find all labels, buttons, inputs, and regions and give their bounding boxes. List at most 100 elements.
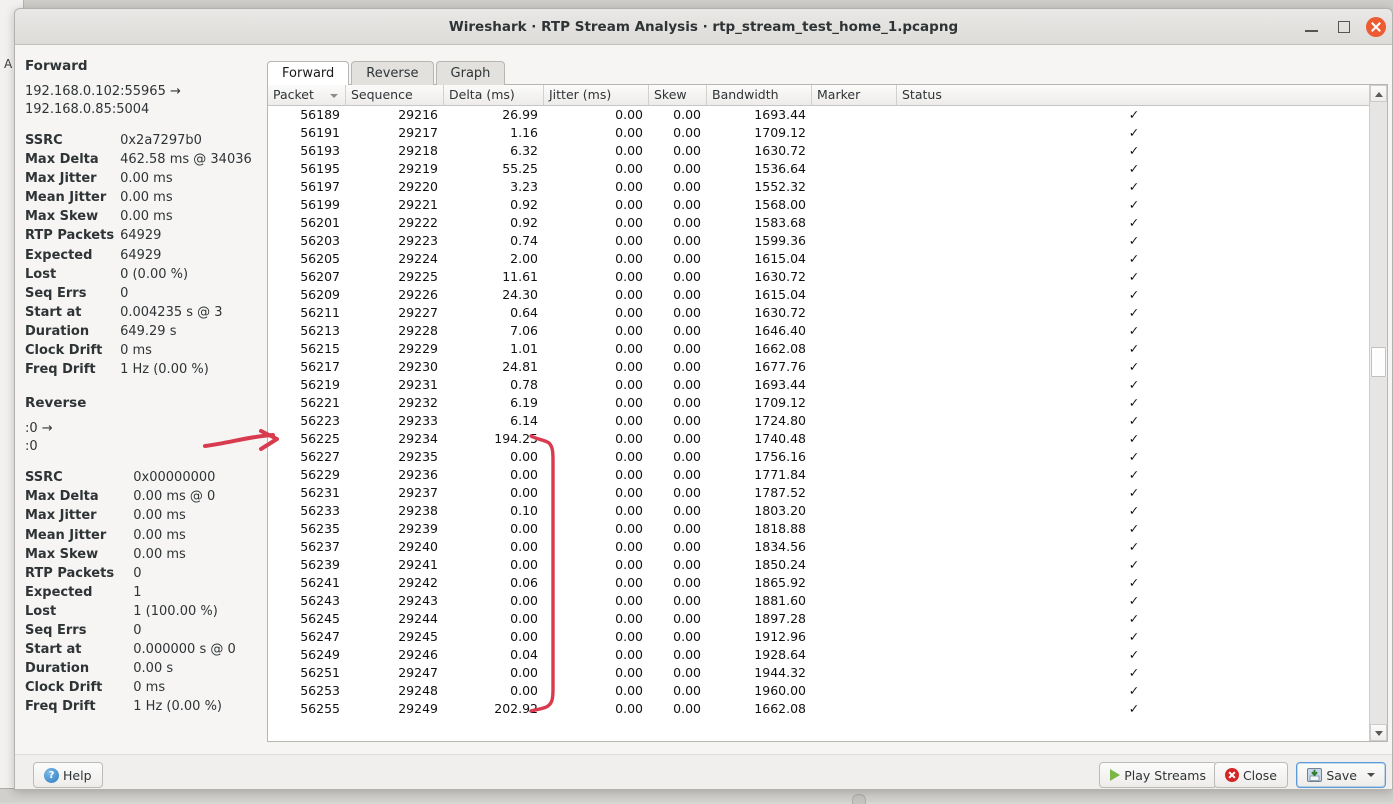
- table-row[interactable]: 56245292440.000.000.001897.28✓: [268, 610, 1371, 628]
- packet-table-body[interactable]: 561892921626.990.000.001693.44✓561912921…: [268, 106, 1371, 721]
- reverse-stat-value: 0 ms: [133, 678, 250, 697]
- cell-delta: 0.00: [444, 682, 544, 700]
- minimize-button[interactable]: [1302, 17, 1322, 37]
- cell-bandwidth: 1677.76: [707, 718, 812, 721]
- table-row[interactable]: 56241292420.060.000.001865.92✓: [268, 574, 1371, 592]
- table-row[interactable]: 56235292390.000.000.001818.88✓: [268, 520, 1371, 538]
- cell-bandwidth: 1756.16: [707, 448, 812, 466]
- table-row[interactable]: 56221292326.190.000.001709.12✓: [268, 394, 1371, 412]
- cell-delta: 1.16: [444, 124, 544, 142]
- cell-bandwidth: 1960.00: [707, 682, 812, 700]
- column-header-skew[interactable]: Skew: [649, 85, 707, 105]
- table-row[interactable]: 56231292370.000.000.001787.52✓: [268, 484, 1371, 502]
- table-row[interactable]: 561892921626.990.000.001693.44✓: [268, 106, 1371, 124]
- table-row[interactable]: 56193292186.320.000.001630.72✓: [268, 142, 1371, 160]
- table-row[interactable]: 56205292242.000.000.001615.04✓: [268, 250, 1371, 268]
- help-button[interactable]: ? Help: [33, 762, 103, 788]
- column-header-status[interactable]: Status: [897, 85, 1371, 105]
- dialog-button-bar: ? Help Play Streams Close: [15, 754, 1393, 790]
- save-button[interactable]: Save: [1296, 762, 1386, 788]
- play-streams-button[interactable]: Play Streams: [1099, 762, 1217, 788]
- table-row[interactable]: 56191292171.160.000.001709.12✓: [268, 124, 1371, 142]
- cell-status: ✓: [897, 448, 1371, 466]
- cell-status: ✓: [897, 250, 1371, 268]
- tab-reverse[interactable]: Reverse: [351, 61, 433, 85]
- column-header-jitter-ms[interactable]: Jitter (ms): [544, 85, 649, 105]
- cell-delta: 26.99: [444, 106, 544, 124]
- reverse-stat-value: 0.00 s: [133, 659, 250, 678]
- reverse-stat-value: 0: [133, 621, 250, 640]
- table-row[interactable]: 562072922511.610.000.001630.72✓: [268, 268, 1371, 286]
- table-row[interactable]: 5625529249202.920.000.001662.08✓: [268, 700, 1371, 718]
- table-row[interactable]: 562172923024.810.000.001677.76✓: [268, 358, 1371, 376]
- scroll-down-button[interactable]: [1370, 724, 1387, 741]
- table-row[interactable]: 56249292460.040.000.001928.64✓: [268, 646, 1371, 664]
- column-header-packet[interactable]: Packet: [268, 85, 346, 105]
- table-row[interactable]: 56229292360.000.000.001771.84✓: [268, 466, 1371, 484]
- cell-bandwidth: 1630.72: [707, 268, 812, 286]
- stream-stats-panel: Forward 192.168.0.102:55965 → 192.168.0.…: [15, 46, 255, 754]
- table-row[interactable]: 561952921955.250.000.001536.64✓: [268, 160, 1371, 178]
- table-row[interactable]: 56219292310.780.000.001693.44✓: [268, 376, 1371, 394]
- table-row[interactable]: 56243292430.000.000.001881.60✓: [268, 592, 1371, 610]
- table-row[interactable]: 56201292220.920.000.001583.68✓: [268, 214, 1371, 232]
- cell-jitter: 0.00: [544, 466, 649, 484]
- reverse-stat-value: 1 Hz (0.00 %): [133, 697, 250, 716]
- cell-skew: 0.00: [649, 430, 707, 448]
- table-row[interactable]: 56211292270.640.000.001630.72✓: [268, 304, 1371, 322]
- table-row[interactable]: 56203292230.740.000.001599.36✓: [268, 232, 1371, 250]
- chevron-down-icon[interactable]: [1367, 773, 1375, 777]
- cell-marker: [812, 178, 897, 196]
- table-row[interactable]: 56237292400.000.000.001834.56✓: [268, 538, 1371, 556]
- scrollbar-thumb[interactable]: [1371, 347, 1386, 377]
- cell-marker: [812, 664, 897, 682]
- close-window-button[interactable]: [1366, 17, 1386, 37]
- table-row[interactable]: 56223292336.140.000.001724.80✓: [268, 412, 1371, 430]
- cell-delta: 6.14: [444, 412, 544, 430]
- table-row[interactable]: 56247292450.000.000.001912.96✓: [268, 628, 1371, 646]
- column-header-marker[interactable]: Marker: [812, 85, 897, 105]
- table-row[interactable]: 56199292210.920.000.001568.00✓: [268, 196, 1371, 214]
- cell-sequence: 29231: [346, 376, 444, 394]
- cell-sequence: 29247: [346, 664, 444, 682]
- table-row[interactable]: 56253292480.000.000.001960.00✓: [268, 682, 1371, 700]
- table-row[interactable]: 56197292203.230.000.001552.32✓: [268, 178, 1371, 196]
- cell-jitter: 0.00: [544, 394, 649, 412]
- column-header-delta-ms[interactable]: Delta (ms): [444, 85, 544, 105]
- maximize-button[interactable]: [1334, 17, 1354, 37]
- desktop-bottom-strip: [0, 788, 1393, 802]
- scroll-up-button[interactable]: [1370, 85, 1387, 102]
- table-row[interactable]: 56239292410.000.000.001850.24✓: [268, 556, 1371, 574]
- save-icon: [1307, 768, 1322, 782]
- cell-skew: 0.00: [649, 718, 707, 721]
- column-header-sequence[interactable]: Sequence: [346, 85, 444, 105]
- cell-bandwidth: 1787.52: [707, 484, 812, 502]
- cell-status: ✓: [897, 376, 1371, 394]
- vertical-scrollbar[interactable]: [1369, 85, 1387, 741]
- minimize-icon: [1305, 30, 1318, 32]
- tab-forward[interactable]: Forward: [267, 61, 349, 85]
- cell-marker: [812, 592, 897, 610]
- forward-stat-key: Lost: [25, 265, 120, 284]
- table-row[interactable]: 56233292380.100.000.001803.20✓: [268, 502, 1371, 520]
- table-row[interactable]: 56257292500.000.000.001677.76✓: [268, 718, 1371, 721]
- cell-status: ✓: [897, 232, 1371, 250]
- cell-delta: 0.00: [444, 664, 544, 682]
- table-row[interactable]: 56251292470.000.000.001944.32✓: [268, 664, 1371, 682]
- cell-jitter: 0.00: [544, 124, 649, 142]
- scrollbar-track-upper[interactable]: [1370, 102, 1387, 347]
- column-header-bandwidth[interactable]: Bandwidth: [707, 85, 812, 105]
- table-row[interactable]: 56215292291.010.000.001662.08✓: [268, 340, 1371, 358]
- cell-status: ✓: [897, 502, 1371, 520]
- forward-stat-key: Max Delta: [25, 150, 120, 169]
- help-icon: ?: [44, 768, 59, 783]
- cell-bandwidth: 1818.88: [707, 520, 812, 538]
- table-row[interactable]: 5622529234194.250.000.001740.48✓: [268, 430, 1371, 448]
- table-row[interactable]: 562092922624.300.000.001615.04✓: [268, 286, 1371, 304]
- scrollbar-track-lower[interactable]: [1370, 377, 1387, 724]
- close-dialog-button[interactable]: Close: [1214, 762, 1288, 788]
- table-row[interactable]: 56213292287.060.000.001646.40✓: [268, 322, 1371, 340]
- cell-delta: 24.81: [444, 358, 544, 376]
- tab-graph[interactable]: Graph: [436, 61, 506, 85]
- table-row[interactable]: 56227292350.000.000.001756.16✓: [268, 448, 1371, 466]
